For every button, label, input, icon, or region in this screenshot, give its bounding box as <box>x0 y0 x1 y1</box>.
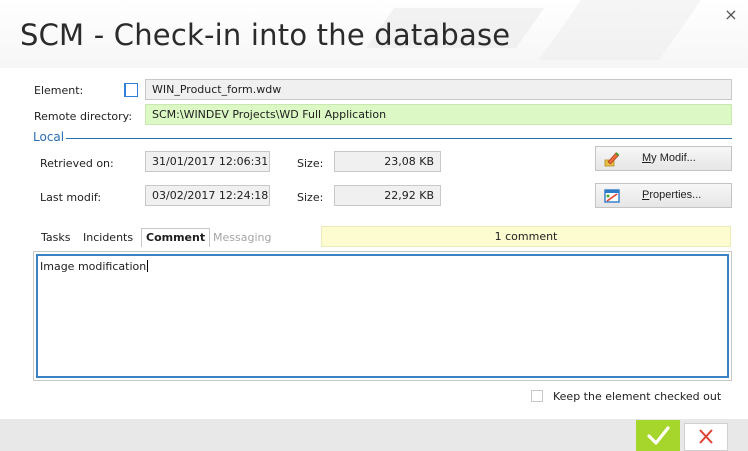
modif-size-field: 22,92 KB <box>334 185 441 206</box>
window-title: SCM - Check-in into the database <box>20 18 511 52</box>
last-modif-field: 03/02/2017 12:24:18 <box>145 185 270 206</box>
cancel-button[interactable] <box>684 423 728 451</box>
comment-editor[interactable]: Image modification <box>33 251 732 381</box>
tab-tasks[interactable]: Tasks <box>37 229 74 247</box>
retrieved-size-field: 23,08 KB <box>334 151 441 172</box>
comment-count-banner: 1 comment <box>321 226 731 247</box>
retrieved-on-label: Retrieved on: <box>40 157 114 170</box>
text-caret <box>147 260 149 272</box>
properties-button[interactable]: Properties... <box>595 183 732 208</box>
close-icon[interactable]: × <box>722 6 740 24</box>
comment-text: Image modification <box>40 260 147 273</box>
tab-incidents[interactable]: Incidents <box>79 229 137 247</box>
pencil-edit-icon <box>604 151 620 167</box>
my-modif-button[interactable]: My Modif... <box>595 146 732 171</box>
remote-directory-field: SCM:\WINDEV Projects\WD Full Application <box>145 104 732 125</box>
keep-checked-out-label[interactable]: Keep the element checked out <box>553 390 721 403</box>
title-bar: SCM - Check-in into the database × <box>0 0 748 68</box>
local-group-label: Local <box>33 130 65 144</box>
local-group-divider <box>66 138 732 139</box>
title-decoration <box>538 0 702 60</box>
element-field: WIN_Product_form.wdw <box>145 79 732 100</box>
file-icon <box>124 83 138 97</box>
retrieved-on-field: 31/01/2017 12:06:31 <box>145 151 270 172</box>
tab-messaging: Messaging <box>213 231 272 244</box>
my-modif-label: My Modif... <box>642 152 696 164</box>
checkmark-icon <box>647 426 670 445</box>
remote-directory-label: Remote directory: <box>34 110 133 123</box>
properties-icon <box>604 188 620 204</box>
comment-textarea[interactable]: Image modification <box>36 254 729 378</box>
element-label: Element: <box>34 84 84 97</box>
ok-button[interactable] <box>636 420 680 451</box>
tab-comment[interactable]: Comment <box>141 228 211 247</box>
retrieved-size-label: Size: <box>297 157 324 170</box>
last-modif-label: Last modif: <box>40 191 102 204</box>
properties-label: Properties... <box>642 189 702 201</box>
keep-checked-out-checkbox[interactable] <box>531 390 543 402</box>
cross-icon <box>699 429 713 444</box>
modif-size-label: Size: <box>297 191 324 204</box>
